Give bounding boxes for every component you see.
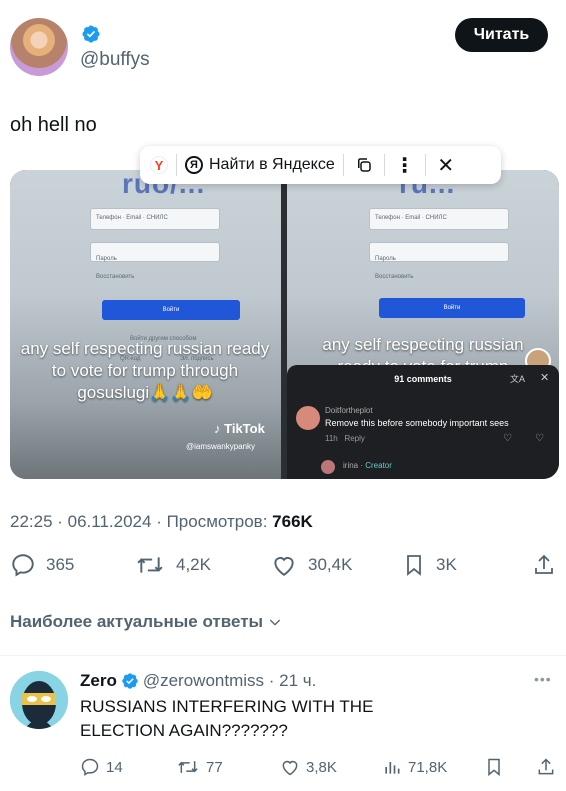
reply-like-button[interactable]: 3,8K: [280, 757, 337, 777]
tweet-timestamp: 22:25 · 06.11.2024 · Просмотров:: [10, 512, 273, 531]
reply-retweet-count: 77: [206, 758, 223, 776]
password-label-right: Пароль: [375, 256, 396, 262]
reply-reply-button[interactable]: 14: [80, 757, 123, 777]
retweet-icon: [137, 557, 163, 573]
yandex-search-popup[interactable]: Y Я Найти в Яндексе ⋮ ✕: [140, 146, 501, 184]
password-label: Пароль: [96, 256, 117, 262]
tweet-text: oh hell no: [10, 114, 97, 136]
retweet-icon: [178, 761, 198, 773]
verified-badge-icon: [122, 673, 138, 689]
reply-button[interactable]: 365: [10, 552, 74, 578]
comment-like-icon[interactable]: ♡: [503, 433, 512, 444]
share-icon: [535, 554, 553, 574]
top-replies-label: Наиболее актуальные ответы: [10, 612, 264, 631]
like-button[interactable]: 30,4K: [270, 552, 352, 578]
comment-dislike-icon[interactable]: ♡: [535, 433, 544, 444]
more-options-icon[interactable]: •••: [534, 671, 552, 687]
tweet-views: 766K: [272, 512, 313, 531]
tiktok-label: TikTok: [224, 421, 265, 436]
reply-bookmark-button[interactable]: [484, 757, 504, 777]
views-icon: [385, 762, 400, 774]
tweet-meta: 22:25 · 06.11.2024 · Просмотров: 766K: [10, 512, 313, 532]
divider: [424, 154, 426, 176]
reply-handle-time[interactable]: @zerowontmiss · 21 ч.: [143, 671, 317, 691]
heart-icon: [282, 760, 298, 776]
retweet-count: 4,2K: [176, 555, 211, 574]
verified-badge-icon: [82, 25, 100, 43]
follow-button[interactable]: Читать: [455, 18, 548, 52]
bookmark-icon: [407, 555, 421, 576]
close-icon[interactable]: ✕: [540, 371, 549, 384]
reply-views-count: 71,8K: [408, 758, 448, 776]
restore-label: Восстановить: [96, 274, 135, 280]
divider: [176, 154, 177, 176]
bookmark-button[interactable]: 3K: [402, 552, 457, 578]
author-avatar[interactable]: [10, 18, 68, 76]
yandex-browser-icon: Y: [150, 156, 168, 174]
tweet-media[interactable]: ruo/... Телефон · Email · СНИЛС Пароль В…: [10, 170, 559, 479]
media-panel-left[interactable]: ruo/... Телефон · Email · СНИЛС Пароль В…: [10, 170, 281, 479]
find-in-yandex-label: Найти в Яндексе: [209, 156, 335, 173]
login-button-image: Войти: [102, 300, 240, 320]
reply-icon: [12, 554, 34, 577]
divider: [342, 154, 344, 176]
close-popup-icon[interactable]: ✕: [434, 153, 458, 177]
find-in-yandex-button[interactable]: Я Найти в Яндексе: [185, 156, 335, 174]
more-vertical-icon[interactable]: ⋮: [393, 153, 417, 177]
reply-reply-count: 14: [106, 758, 123, 776]
reply-like-count: 3,8K: [306, 758, 337, 776]
login-button-image-right: Войти: [379, 298, 525, 318]
translate-icon[interactable]: 文A: [510, 372, 525, 385]
login-field-placeholder: Телефон · Email · СНИЛС: [96, 215, 168, 221]
author-handle[interactable]: @buffys: [80, 49, 150, 71]
reply-share-button[interactable]: [536, 757, 556, 777]
divider: [383, 154, 385, 176]
tiktok-handle: @iamswankypanky: [186, 442, 256, 451]
copy-icon[interactable]: [352, 153, 376, 177]
reply-avatar[interactable]: [10, 671, 68, 729]
chevron-down-icon: [269, 619, 281, 626]
commenter-avatar: [296, 406, 320, 430]
comment-user: Doitfortheplot: [325, 406, 373, 415]
top-replies-toggle[interactable]: Наиболее актуальные ответы: [10, 612, 283, 632]
reply-icon: [81, 758, 99, 776]
comment2-user: irina · Creator: [343, 461, 392, 470]
caption-right-line1: any self respecting russian: [322, 335, 524, 354]
comment-text: Remove this before somebody important se…: [325, 418, 509, 428]
reply-header: Zero @zerowontmiss · 21 ч.: [80, 671, 316, 691]
divider: [0, 655, 566, 656]
share-button[interactable]: [532, 552, 556, 578]
reply-text: RUSSIANS INTERFERING WITH THE ELECTION A…: [80, 697, 374, 740]
tiktok-watermark: ♪ TikTok: [214, 421, 265, 436]
heart-icon: [274, 557, 294, 576]
reply-author-name[interactable]: Zero: [80, 671, 117, 691]
tweet-action-bar: 365 4,2K 30,4K 3K: [10, 552, 556, 584]
login-field-placeholder-right: Телефон · Email · СНИЛС: [375, 215, 447, 221]
yandex-search-icon: Я: [185, 156, 203, 174]
retweet-button[interactable]: 4,2K: [134, 552, 211, 578]
tiktok-note-icon: ♪: [214, 421, 221, 436]
like-count: 30,4K: [308, 555, 353, 574]
comment-reply: Reply: [344, 434, 365, 443]
reply-count: 365: [46, 555, 75, 574]
comment-time: 11h: [325, 434, 338, 443]
reply-views-button[interactable]: 71,8K: [382, 757, 447, 777]
comments-sheet[interactable]: 91 comments 文A ✕ Doitfortheplot Remove t…: [287, 365, 559, 479]
reply-action-bar: 14 77 3,8K 71,8K: [80, 757, 556, 779]
video-caption-left: any self respecting russian ready to vot…: [20, 339, 270, 402]
commenter2-avatar: [321, 460, 335, 474]
comment-meta: 11h Reply: [325, 434, 365, 443]
reply-retweet-button[interactable]: 77: [176, 757, 223, 777]
restore-label-right: Восстановить: [375, 274, 414, 280]
share-icon: [538, 758, 554, 775]
bookmark-icon: [488, 758, 500, 777]
bookmark-count: 3K: [436, 555, 457, 574]
